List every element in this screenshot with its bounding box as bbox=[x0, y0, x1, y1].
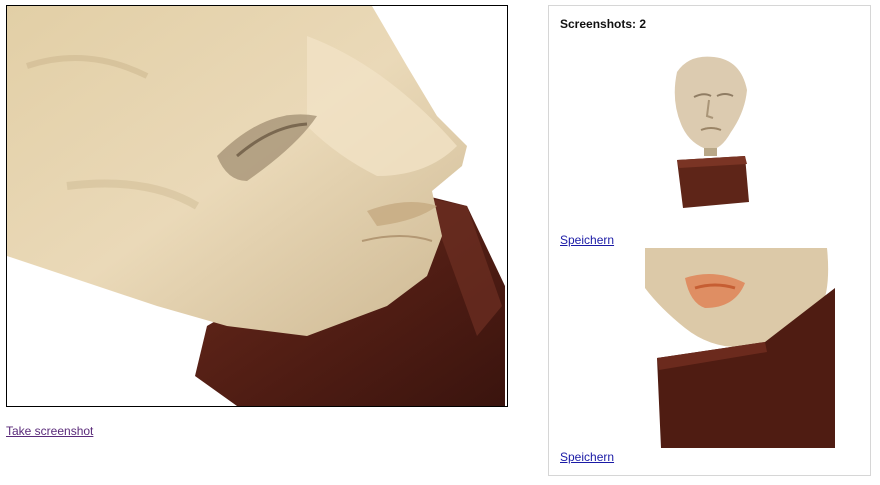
model-viewer-canvas[interactable] bbox=[6, 5, 508, 407]
screenshot-thumbnail bbox=[645, 248, 835, 448]
save-screenshot-1-link[interactable]: Speichern bbox=[560, 233, 614, 247]
screenshots-count-title: Screenshots: 2 bbox=[560, 17, 647, 31]
save-screenshot-2-link[interactable]: Speichern bbox=[560, 450, 614, 464]
screenshots-panel: Screenshots: 2 Speichern Speichern bbox=[548, 5, 871, 476]
screenshot-thumbnail bbox=[659, 52, 759, 212]
model-render bbox=[7, 6, 505, 406]
take-screenshot-link[interactable]: Take screenshot bbox=[6, 424, 93, 438]
